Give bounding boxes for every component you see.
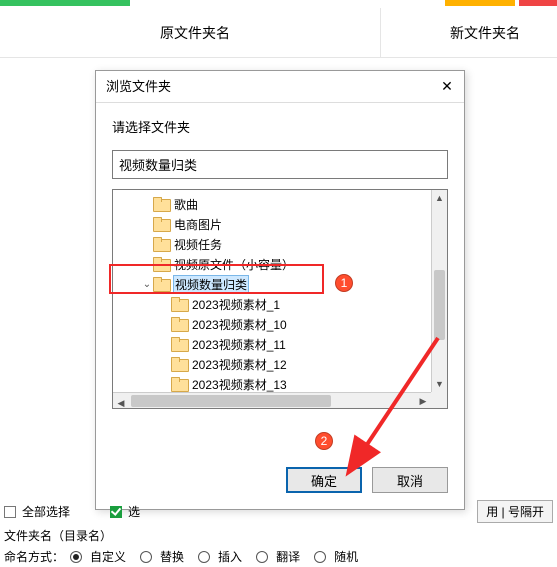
tree-item[interactable]: 视频原文件（小容量） [113,254,431,274]
dialog-subtitle: 请选择文件夹 [96,103,464,142]
tree-item[interactable]: 2023视频素材_1 [113,294,431,314]
folder-icon [153,257,169,271]
folder-icon [171,377,187,391]
option-checkbox[interactable] [110,506,122,518]
bottom-options-panel: 全部选择 选 用 | 号隔开 文件夹名（目录名） 命名方式： 自定义 替换 插入 翻译… [0,498,557,564]
dialog-titlebar: 浏览文件夹 ✕ [96,71,464,103]
folder-icon [153,277,169,291]
folder-tree[interactable]: 歌曲电商图片视频任务视频原文件（小容量） ⌄ 视频数量归类 2023视频素材_1 202… [112,189,448,409]
hscroll-thumb[interactable] [131,395,331,407]
folder-icon [153,217,169,231]
col-new-name: 新文件夹名 [450,23,520,43]
tree-item[interactable]: 电商图片 [113,214,431,234]
tree-item-label: 视频原文件（小容量） [173,256,295,273]
naming-radio[interactable] [198,551,210,563]
folder-icon [171,297,187,311]
tree-item[interactable]: 2023视频素材_12 [113,354,431,374]
scroll-down-icon[interactable]: ▼ [432,376,447,392]
naming-radio-label: 随机 [334,548,358,565]
col-original-name: 原文件夹名 [160,23,230,43]
tree-item-label: 2023视频素材_13 [191,376,288,393]
select-all-label: 全部选择 [22,503,70,520]
foldername-label: 文件夹名（目录名） [4,527,112,544]
folder-icon [171,337,187,351]
naming-radio[interactable] [140,551,152,563]
scroll-left-icon[interactable]: ◀ [113,395,129,409]
select-all-checkbox[interactable] [4,506,16,518]
folder-icon [153,197,169,211]
naming-mode-label: 命名方式： [4,548,64,565]
column-headers: 原文件夹名 新文件夹名 [0,8,557,58]
scroll-corner [431,392,447,408]
tree-item-label: 2023视频素材_12 [191,356,288,373]
horizontal-scrollbar[interactable]: ◀ ▶ [113,392,431,408]
tree-item[interactable]: 歌曲 [113,194,431,214]
tree-item[interactable]: 2023视频素材_10 [113,314,431,334]
naming-radio[interactable] [256,551,268,563]
naming-radio-label: 插入 [218,548,242,565]
option-checkbox-label: 选 [128,503,140,520]
browse-folder-dialog: 浏览文件夹 ✕ 请选择文件夹 视频数量归类 歌曲电商图片视频任务视频原文件（小容… [95,70,465,510]
tree-item[interactable]: 视频任务 [113,234,431,254]
tree-item-label: 视频数量归类 [173,275,249,294]
scroll-right-icon[interactable]: ▶ [415,393,431,409]
tree-item[interactable]: 2023视频素材_13 [113,374,431,392]
expand-icon[interactable]: ⌄ [141,279,153,290]
folder-icon [171,317,187,331]
vertical-scrollbar[interactable]: ▲ ▼ [431,190,447,392]
folder-icon [153,237,169,251]
top-accent-strip [0,0,557,6]
selected-path-field[interactable]: 视频数量归类 [112,150,448,179]
tree-item-label: 2023视频素材_1 [191,296,281,313]
ok-button[interactable]: 确定 [286,467,362,493]
tree-item-label: 歌曲 [173,196,199,213]
vscroll-thumb[interactable] [434,270,445,340]
tree-item-label: 视频任务 [173,236,223,253]
tree-item-label: 2023视频素材_10 [191,316,288,333]
dialog-title-text: 浏览文件夹 [106,79,171,94]
tree-item[interactable]: ⌄ 视频数量归类 [113,274,431,294]
naming-radio-label: 替换 [160,548,184,565]
naming-radio[interactable] [314,551,326,563]
tree-item[interactable]: 2023视频素材_11 [113,334,431,354]
close-icon[interactable]: ✕ [436,75,458,97]
naming-radio-label: 翻译 [276,548,300,565]
cancel-button[interactable]: 取消 [372,467,448,493]
separator-button[interactable]: 用 | 号隔开 [477,500,553,523]
naming-radio[interactable] [70,551,82,563]
folder-icon [171,357,187,371]
tree-item-label: 电商图片 [173,216,223,233]
scroll-up-icon[interactable]: ▲ [432,190,447,206]
naming-radio-label: 自定义 [90,548,126,565]
tree-item-label: 2023视频素材_11 [191,336,287,353]
